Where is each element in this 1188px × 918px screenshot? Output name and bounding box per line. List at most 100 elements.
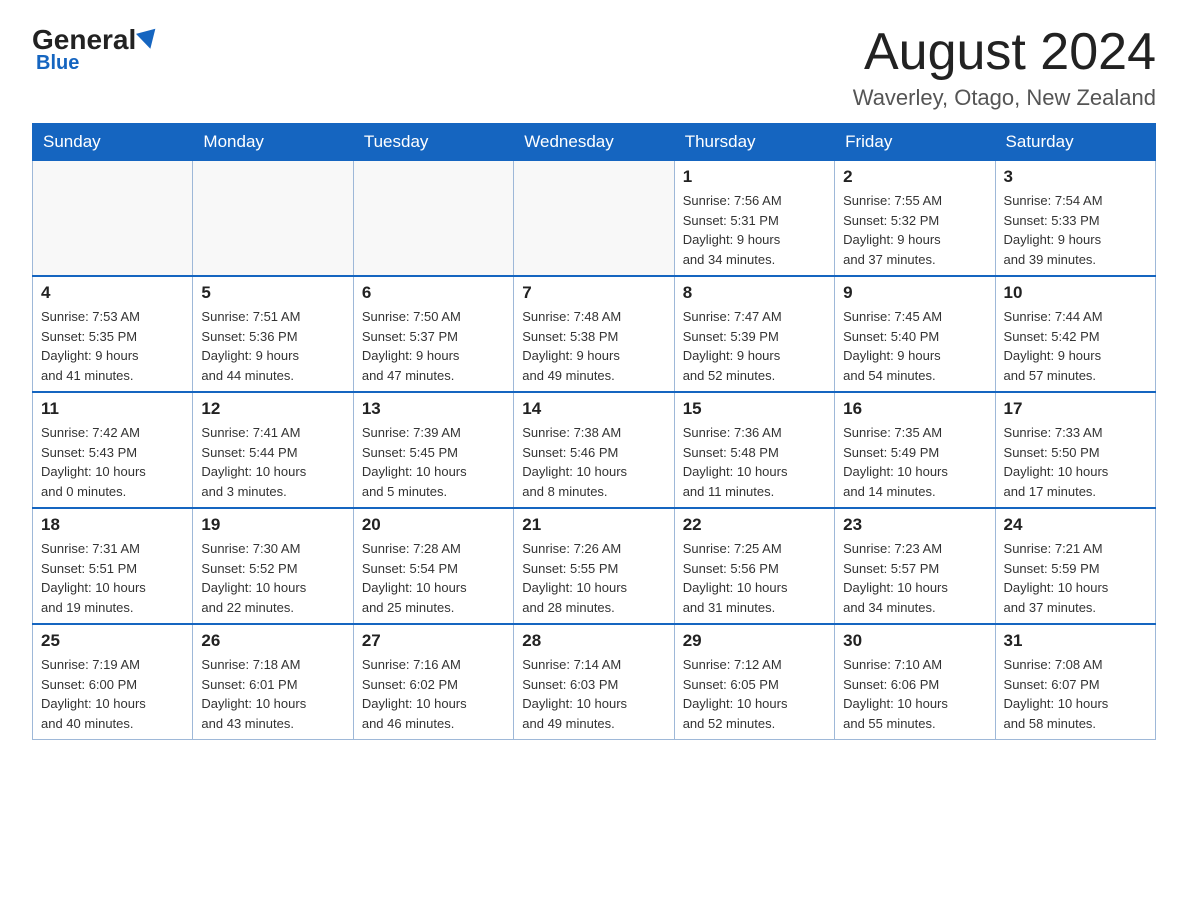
- calendar-cell: 12Sunrise: 7:41 AMSunset: 5:44 PMDayligh…: [193, 392, 353, 508]
- logo-blue-text: Blue: [36, 52, 79, 75]
- day-info: Sunrise: 7:31 AMSunset: 5:51 PMDaylight:…: [41, 539, 184, 617]
- day-number: 23: [843, 515, 986, 535]
- day-number: 12: [201, 399, 344, 419]
- calendar-cell: 4 Sunrise: 7:53 AMSunset: 5:35 PMDaylight…: [33, 276, 193, 392]
- calendar-cell: 25 Sunrise: 7:19 AMSunset: 6:00 PMDayligh…: [33, 624, 193, 740]
- day-number: 27: [362, 631, 505, 651]
- calendar-week-4: 18Sunrise: 7:31 AMSunset: 5:51 PMDayligh…: [33, 508, 1156, 624]
- calendar-cell: 20Sunrise: 7:28 AMSunset: 5:54 PMDayligh…: [353, 508, 513, 624]
- day-number: 15: [683, 399, 826, 419]
- month-title: August 2024: [853, 24, 1156, 81]
- day-number: 11: [41, 399, 184, 419]
- calendar-cell: 6 Sunrise: 7:50 AMSunset: 5:37 PMDaylight…: [353, 276, 513, 392]
- day-info: Sunrise: 7:30 AMSunset: 5:52 PMDaylight:…: [201, 539, 344, 617]
- day-number: 4: [41, 283, 184, 303]
- calendar-cell: [193, 161, 353, 277]
- day-info: Sunrise: 7:10 AMSunset: 6:06 PMDaylight:…: [843, 655, 986, 733]
- day-info: Sunrise: 7:51 AMSunset: 5:36 PMDaylight:…: [201, 307, 344, 385]
- day-number: 6: [362, 283, 505, 303]
- weekday-header-saturday: Saturday: [995, 124, 1155, 161]
- day-number: 9: [843, 283, 986, 303]
- calendar-cell: 13 Sunrise: 7:39 AMSunset: 5:45 PMDayligh…: [353, 392, 513, 508]
- calendar-week-1: 1 Sunrise: 7:56 AMSunset: 5:31 PMDaylight…: [33, 161, 1156, 277]
- day-info: Sunrise: 7:16 AMSunset: 6:02 PMDaylight:…: [362, 655, 505, 733]
- day-info: Sunrise: 7:26 AMSunset: 5:55 PMDaylight:…: [522, 539, 665, 617]
- day-info: Sunrise: 7:53 AMSunset: 5:35 PMDaylight:…: [41, 307, 184, 385]
- calendar-cell: [514, 161, 674, 277]
- day-info: Sunrise: 7:39 AMSunset: 5:45 PMDaylight:…: [362, 423, 505, 501]
- calendar-cell: 15 Sunrise: 7:36 AMSunset: 5:48 PMDayligh…: [674, 392, 834, 508]
- calendar-cell: 9 Sunrise: 7:45 AMSunset: 5:40 PMDaylight…: [835, 276, 995, 392]
- weekday-header-thursday: Thursday: [674, 124, 834, 161]
- day-info: Sunrise: 7:21 AMSunset: 5:59 PMDaylight:…: [1004, 539, 1147, 617]
- day-number: 30: [843, 631, 986, 651]
- day-info: Sunrise: 7:08 AMSunset: 6:07 PMDaylight:…: [1004, 655, 1147, 733]
- calendar-week-5: 25 Sunrise: 7:19 AMSunset: 6:00 PMDayligh…: [33, 624, 1156, 740]
- calendar-cell: 31 Sunrise: 7:08 AMSunset: 6:07 PMDayligh…: [995, 624, 1155, 740]
- day-number: 7: [522, 283, 665, 303]
- calendar-cell: 23 Sunrise: 7:23 AMSunset: 5:57 PMDayligh…: [835, 508, 995, 624]
- calendar-cell: 24 Sunrise: 7:21 AMSunset: 5:59 PMDayligh…: [995, 508, 1155, 624]
- day-number: 19: [201, 515, 344, 535]
- calendar-cell: 30 Sunrise: 7:10 AMSunset: 6:06 PMDayligh…: [835, 624, 995, 740]
- calendar-cell: 7Sunrise: 7:48 AMSunset: 5:38 PMDaylight…: [514, 276, 674, 392]
- calendar-cell: 16Sunrise: 7:35 AMSunset: 5:49 PMDayligh…: [835, 392, 995, 508]
- day-info: Sunrise: 7:50 AMSunset: 5:37 PMDaylight:…: [362, 307, 505, 385]
- day-number: 8: [683, 283, 826, 303]
- day-info: Sunrise: 7:28 AMSunset: 5:54 PMDaylight:…: [362, 539, 505, 617]
- day-info: Sunrise: 7:12 AMSunset: 6:05 PMDaylight:…: [683, 655, 826, 733]
- calendar-week-2: 4 Sunrise: 7:53 AMSunset: 5:35 PMDaylight…: [33, 276, 1156, 392]
- calendar-cell: 2 Sunrise: 7:55 AMSunset: 5:32 PMDaylight…: [835, 161, 995, 277]
- day-info: Sunrise: 7:44 AMSunset: 5:42 PMDaylight:…: [1004, 307, 1147, 385]
- location-text: Waverley, Otago, New Zealand: [853, 85, 1156, 111]
- day-info: Sunrise: 7:56 AMSunset: 5:31 PMDaylight:…: [683, 191, 826, 269]
- calendar-cell: [353, 161, 513, 277]
- calendar-cell: 21 Sunrise: 7:26 AMSunset: 5:55 PMDayligh…: [514, 508, 674, 624]
- day-info: Sunrise: 7:42 AMSunset: 5:43 PMDaylight:…: [41, 423, 184, 501]
- day-info: Sunrise: 7:55 AMSunset: 5:32 PMDaylight:…: [843, 191, 986, 269]
- day-info: Sunrise: 7:35 AMSunset: 5:49 PMDaylight:…: [843, 423, 986, 501]
- day-number: 22: [683, 515, 826, 535]
- day-info: Sunrise: 7:33 AMSunset: 5:50 PMDaylight:…: [1004, 423, 1147, 501]
- weekday-header-sunday: Sunday: [33, 124, 193, 161]
- day-number: 21: [522, 515, 665, 535]
- logo: General Blue: [32, 24, 158, 75]
- calendar-cell: [33, 161, 193, 277]
- day-number: 31: [1004, 631, 1147, 651]
- day-number: 25: [41, 631, 184, 651]
- weekday-header-wednesday: Wednesday: [514, 124, 674, 161]
- calendar-cell: 22Sunrise: 7:25 AMSunset: 5:56 PMDayligh…: [674, 508, 834, 624]
- weekday-header-row: SundayMondayTuesdayWednesdayThursdayFrid…: [33, 124, 1156, 161]
- day-info: Sunrise: 7:19 AMSunset: 6:00 PMDaylight:…: [41, 655, 184, 733]
- day-number: 24: [1004, 515, 1147, 535]
- day-number: 2: [843, 167, 986, 187]
- day-info: Sunrise: 7:47 AMSunset: 5:39 PMDaylight:…: [683, 307, 826, 385]
- day-number: 29: [683, 631, 826, 651]
- calendar-week-3: 11 Sunrise: 7:42 AMSunset: 5:43 PMDayligh…: [33, 392, 1156, 508]
- calendar-cell: 11 Sunrise: 7:42 AMSunset: 5:43 PMDayligh…: [33, 392, 193, 508]
- day-info: Sunrise: 7:18 AMSunset: 6:01 PMDaylight:…: [201, 655, 344, 733]
- page-header: General Blue August 2024 Waverley, Otago…: [32, 24, 1156, 111]
- calendar-cell: 28Sunrise: 7:14 AMSunset: 6:03 PMDayligh…: [514, 624, 674, 740]
- day-number: 10: [1004, 283, 1147, 303]
- weekday-header-tuesday: Tuesday: [353, 124, 513, 161]
- weekday-header-monday: Monday: [193, 124, 353, 161]
- calendar-cell: 8 Sunrise: 7:47 AMSunset: 5:39 PMDaylight…: [674, 276, 834, 392]
- calendar-table: SundayMondayTuesdayWednesdayThursdayFrid…: [32, 123, 1156, 740]
- day-info: Sunrise: 7:54 AMSunset: 5:33 PMDaylight:…: [1004, 191, 1147, 269]
- day-number: 1: [683, 167, 826, 187]
- day-info: Sunrise: 7:23 AMSunset: 5:57 PMDaylight:…: [843, 539, 986, 617]
- title-block: August 2024 Waverley, Otago, New Zealand: [853, 24, 1156, 111]
- day-number: 14: [522, 399, 665, 419]
- calendar-cell: 3 Sunrise: 7:54 AMSunset: 5:33 PMDaylight…: [995, 161, 1155, 277]
- day-info: Sunrise: 7:36 AMSunset: 5:48 PMDaylight:…: [683, 423, 826, 501]
- day-number: 26: [201, 631, 344, 651]
- day-number: 28: [522, 631, 665, 651]
- day-number: 5: [201, 283, 344, 303]
- day-number: 13: [362, 399, 505, 419]
- day-info: Sunrise: 7:45 AMSunset: 5:40 PMDaylight:…: [843, 307, 986, 385]
- calendar-cell: 27 Sunrise: 7:16 AMSunset: 6:02 PMDayligh…: [353, 624, 513, 740]
- day-number: 3: [1004, 167, 1147, 187]
- calendar-cell: 29 Sunrise: 7:12 AMSunset: 6:05 PMDayligh…: [674, 624, 834, 740]
- day-info: Sunrise: 7:38 AMSunset: 5:46 PMDaylight:…: [522, 423, 665, 501]
